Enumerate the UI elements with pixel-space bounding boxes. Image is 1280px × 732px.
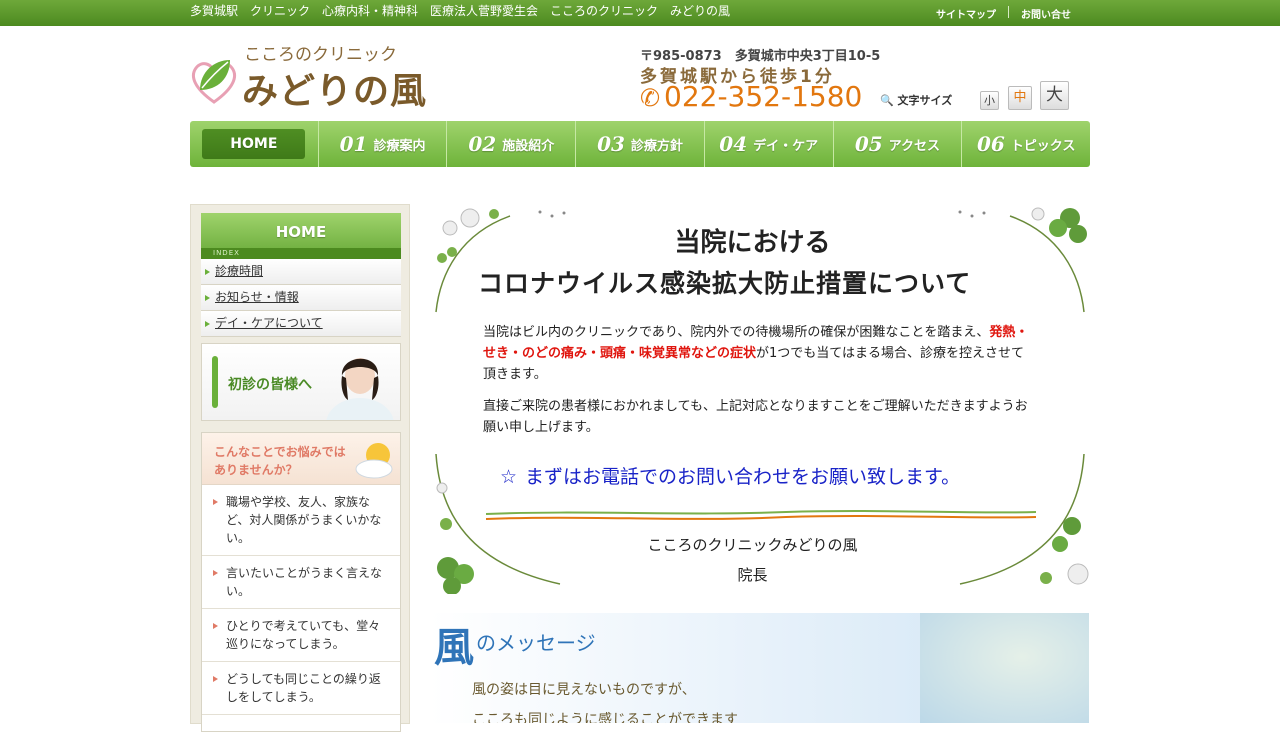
banner-photo bbox=[920, 613, 1089, 723]
notice-paragraph-1: 当院はビル内のクリニックであり、院内外での待機場所の確保が困難なことを踏まえ、発… bbox=[483, 325, 1029, 382]
site-tagline: 多賀城駅 クリニック 心療内科・精神科 医療法人菅野愛生会 こころのクリニック … bbox=[190, 4, 731, 18]
nav-services[interactable]: 01 診療案内 bbox=[317, 121, 447, 167]
sidebar-item-news[interactable]: お知らせ・情報 bbox=[201, 285, 401, 311]
top-bar: 多賀城駅 クリニック 心療内科・精神科 医療法人菅野愛生会 こころのクリニック … bbox=[0, 0, 1280, 26]
logo-title: みどりの風 bbox=[242, 70, 428, 112]
sun-cloud-icon bbox=[355, 443, 393, 479]
sidebar-item-hours[interactable]: 診療時間 bbox=[201, 259, 401, 285]
worries-header: こんなことでお悩みでは ありませんか？ bbox=[202, 433, 400, 485]
contact-link[interactable]: お問い合せ bbox=[1021, 6, 1071, 21]
accent-bar bbox=[212, 356, 218, 408]
font-size-large-button[interactable]: 大 bbox=[1040, 81, 1069, 110]
list-item[interactable]: 言いたいことがうまく言えない。 bbox=[202, 556, 400, 609]
font-size-label: 🔍 文字サイズ bbox=[880, 94, 953, 107]
top-links: サイトマップ お問い合せ bbox=[936, 6, 1071, 21]
nav-policy[interactable]: 03 診療方針 bbox=[575, 121, 704, 167]
font-size-small-button[interactable]: 小 bbox=[980, 91, 999, 110]
notice-title-line2: コロナウイルス感染拡大防止措置について bbox=[478, 269, 972, 298]
worries-panel: こんなことでお悩みでは ありませんか？ 職場や学校、友人、家族など、対人関係がう… bbox=[201, 432, 401, 732]
nav-access[interactable]: 05 アクセス bbox=[832, 121, 962, 167]
list-item[interactable]: どうしても同じことの繰り返しをしてしまう。 bbox=[202, 662, 400, 715]
list-item[interactable]: ひとりで考えていても、堂々巡りになってしまう。 bbox=[202, 609, 400, 662]
phone-number: 022-352-1580 bbox=[664, 80, 863, 113]
first-visit-banner[interactable]: 初診の皆様へ bbox=[201, 343, 401, 421]
leaf-heart-logo-icon bbox=[191, 60, 237, 104]
font-size-medium-button[interactable]: 中 bbox=[1008, 86, 1032, 110]
sidebar-links: 診療時間 お知らせ・情報 デイ・ケアについて bbox=[201, 259, 401, 337]
nav-topics[interactable]: 06 トピックス bbox=[961, 121, 1090, 167]
wind-message-banner: 風 のメッセージ 風の姿は目に見えないものですが、 こころも同じように感じること… bbox=[430, 613, 1089, 723]
staff-photo-icon bbox=[326, 358, 394, 420]
covid-notice: 当院における コロナウイルス感染拡大防止措置について 当院はビル内のクリニックで… bbox=[430, 204, 1090, 596]
message-kanji: 風 bbox=[434, 624, 474, 671]
site-logo[interactable]: こころのクリニック みどりの風 bbox=[190, 40, 440, 112]
message-title: のメッセージ bbox=[476, 631, 596, 655]
phone-icon: ✆ bbox=[640, 84, 661, 112]
sitemap-link[interactable]: サイトマップ bbox=[936, 6, 996, 21]
star-icon: ☆ bbox=[500, 466, 518, 488]
phone-number-block[interactable]: ✆ 022-352-1580 bbox=[640, 80, 862, 113]
message-line-1: 風の姿は目に見えないものですが、 bbox=[472, 682, 696, 698]
notice-title-line1: 当院における bbox=[674, 228, 831, 258]
sidebar-item-daycare[interactable]: デイ・ケアについて bbox=[201, 311, 401, 337]
magnifier-icon: 🔍 bbox=[880, 94, 894, 107]
decorative-lines bbox=[486, 510, 1036, 520]
nav-facility[interactable]: 02 施設紹介 bbox=[446, 121, 575, 167]
signature-director: 院長 bbox=[737, 566, 768, 584]
nav-home[interactable]: HOME bbox=[190, 121, 318, 167]
list-item[interactable]: 職場や学校、友人、家族など、対人関係がうまくいかない。 bbox=[202, 485, 400, 556]
sidebar: HOME INDEX 診療時間 お知らせ・情報 デイ・ケアについて 初診の皆様へ… bbox=[190, 204, 410, 732]
notice-paragraph-2: 直接ご来院の患者様におかれましても、上記対応となりますことをご理解いただきますよ… bbox=[483, 399, 1028, 435]
signature-clinic: こころのクリニックみどりの風 bbox=[647, 536, 858, 554]
call-request: ☆ まずはお電話でのお問い合わせをお願い致します。 bbox=[500, 466, 961, 488]
message-line-2: こころも同じように感じることができます bbox=[472, 712, 738, 723]
divider bbox=[1008, 6, 1009, 18]
sidebar-home-header[interactable]: HOME INDEX bbox=[201, 213, 401, 259]
global-nav: HOME 01 診療案内 02 施設紹介 03 診療方針 04 デイ・ケア 05 アクセス… bbox=[190, 121, 1090, 167]
nav-daycare[interactable]: 04 デイ・ケア bbox=[703, 121, 833, 167]
